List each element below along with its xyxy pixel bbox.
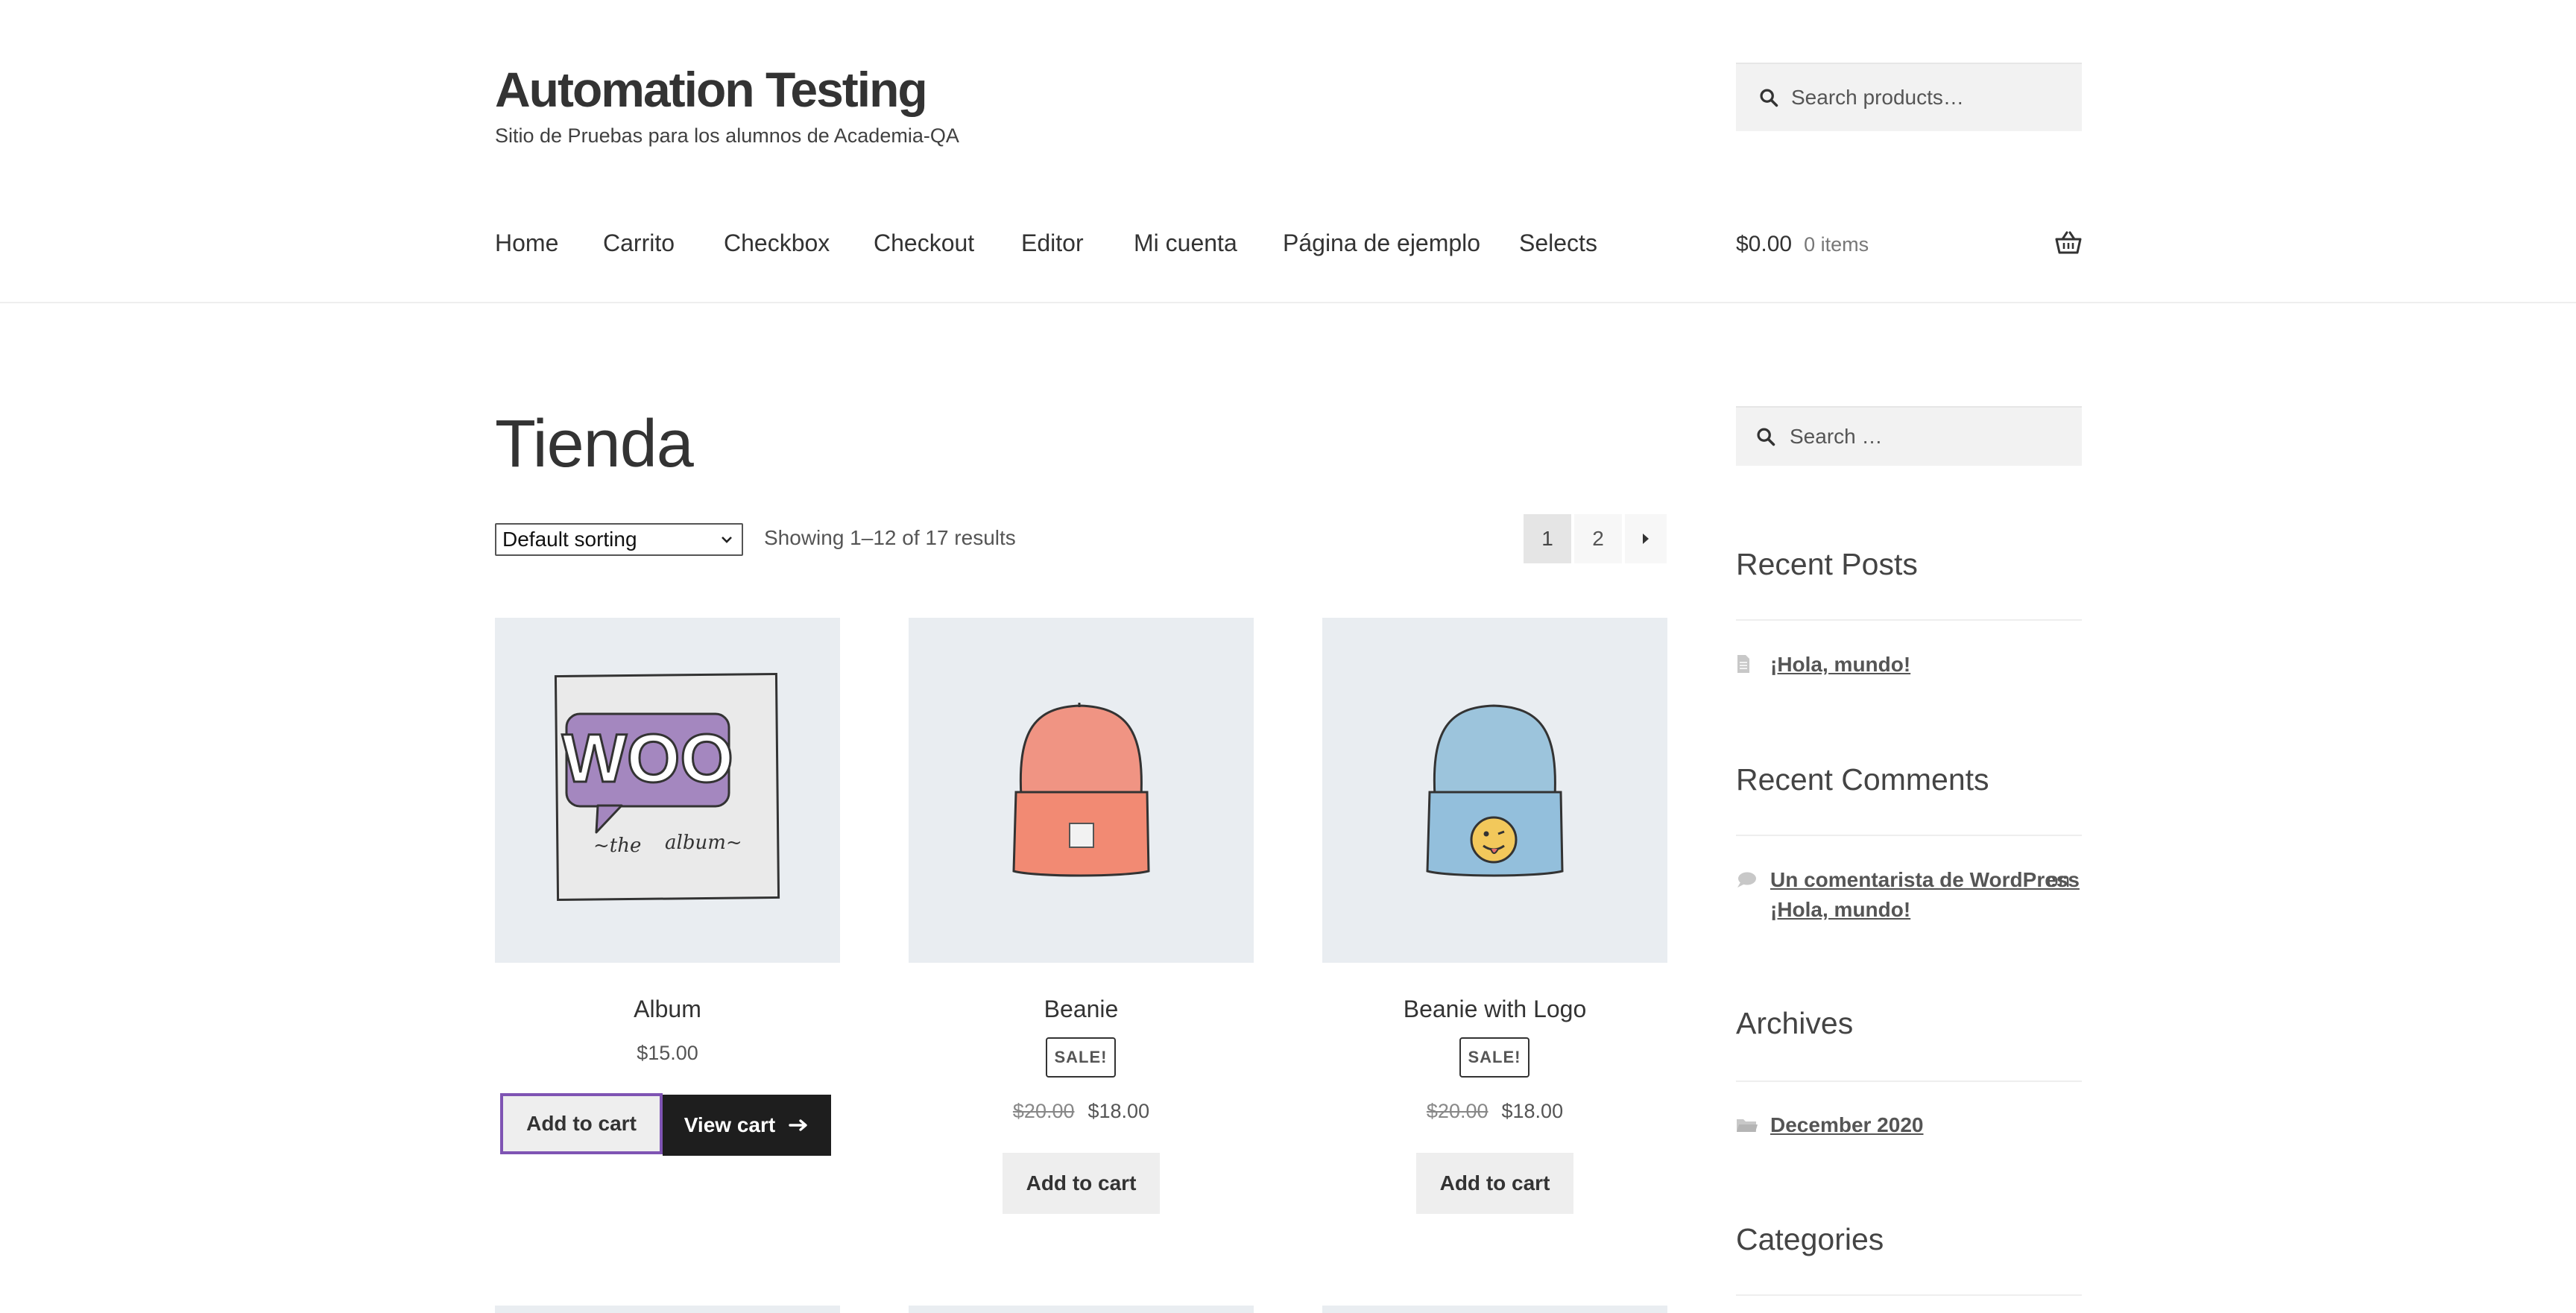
- product-sale-price: $18.00: [1501, 1100, 1564, 1122]
- product-price-beanie-with-logo: $20.00 $18.00: [1322, 1100, 1667, 1123]
- pagination-page-2[interactable]: 2: [1574, 514, 1622, 563]
- results-count: Showing 1–12 of 17 results: [764, 526, 1016, 549]
- add-to-cart-button-album[interactable]: Add to cart: [500, 1093, 663, 1154]
- page-title: Tienda: [495, 407, 694, 481]
- sorting-selected-value: Default sorting: [502, 528, 637, 551]
- widget-title-recent-posts: Recent Posts: [1736, 547, 1918, 581]
- product-image-next-row[interactable]: [1322, 1306, 1667, 1313]
- cart-amount: $0.00: [1736, 232, 1793, 256]
- nav-item-editor[interactable]: Editor: [1021, 230, 1084, 257]
- nav-item-pagina-de-ejemplo[interactable]: Página de ejemplo: [1283, 230, 1480, 257]
- header-search-input[interactable]: Search products…: [1736, 63, 2082, 131]
- nav-item-mi-cuenta[interactable]: Mi cuenta: [1134, 230, 1237, 257]
- comment-post-link[interactable]: ¡Hola, mundo!: [1770, 898, 1910, 922]
- basket-icon: [2055, 231, 2082, 254]
- comment-icon: [1737, 872, 1756, 888]
- add-to-cart-button-beanie-with-logo[interactable]: Add to cart: [1416, 1153, 1573, 1214]
- header-search-placeholder: Search products…: [1791, 86, 1964, 109]
- product-name-album[interactable]: Album: [495, 996, 840, 1023]
- product-old-price: $20.00: [1012, 1100, 1075, 1122]
- sale-badge-beanie: SALE!: [1046, 1037, 1116, 1078]
- album-cover-image: WOO ~the album~: [554, 672, 780, 902]
- sidebar-search-input[interactable]: Search …: [1736, 406, 2082, 466]
- widget-divider: [1736, 1081, 2082, 1082]
- product-image-album[interactable]: WOO ~the album~: [495, 618, 840, 963]
- nav-item-selects[interactable]: Selects: [1519, 230, 1597, 257]
- svg-text:album~: album~: [665, 832, 742, 854]
- pagination-next[interactable]: [1625, 514, 1667, 563]
- product-old-price: $20.00: [1426, 1100, 1489, 1122]
- product-name-beanie[interactable]: Beanie: [909, 996, 1254, 1023]
- comment-author-link[interactable]: Un comentarista de WordPress: [1770, 868, 2080, 892]
- svg-text:~the: ~the: [593, 835, 641, 857]
- document-icon: [1737, 655, 1749, 673]
- header-divider: [0, 302, 2576, 303]
- pagination-page-1[interactable]: 1: [1524, 514, 1571, 563]
- widget-divider: [1736, 619, 2082, 621]
- product-image-next-row[interactable]: [909, 1306, 1254, 1313]
- product-price-beanie: $20.00 $18.00: [909, 1100, 1254, 1123]
- site-description: Sitio de Pruebas para los alumnos de Aca…: [495, 124, 959, 147]
- site-title[interactable]: Automation Testing: [495, 61, 928, 118]
- product-image-beanie[interactable]: [909, 618, 1254, 963]
- nav-item-checkout[interactable]: Checkout: [874, 230, 974, 257]
- view-cart-button[interactable]: View cart: [663, 1095, 831, 1156]
- widget-divider: [1736, 1294, 2082, 1296]
- beanie-image: [1012, 703, 1150, 877]
- widget-divider: [1736, 835, 2082, 836]
- product-image-next-row[interactable]: [495, 1306, 840, 1313]
- search-icon: [1760, 89, 1778, 107]
- product-price-album: $15.00: [637, 1042, 698, 1064]
- cart-count: 0 items: [1804, 232, 1869, 256]
- product-sale-price: $18.00: [1087, 1100, 1150, 1122]
- view-cart-label: View cart: [684, 1113, 776, 1136]
- nav-item-home[interactable]: Home: [495, 230, 558, 257]
- beanie-with-logo-image: [1426, 704, 1564, 877]
- product-name-beanie-with-logo[interactable]: Beanie with Logo: [1322, 996, 1667, 1023]
- header-cart[interactable]: $0.00 0 items: [1736, 230, 2082, 259]
- widget-title-archives: Archives: [1736, 1006, 1854, 1040]
- add-to-cart-button-beanie[interactable]: Add to cart: [1003, 1153, 1160, 1214]
- recent-post-link[interactable]: ¡Hola, mundo!: [1770, 653, 1910, 677]
- widget-title-recent-comments: Recent Comments: [1736, 762, 1989, 797]
- product-image-beanie-with-logo[interactable]: [1322, 618, 1667, 963]
- nav-item-carrito[interactable]: Carrito: [603, 230, 675, 257]
- folder-icon: [1737, 1119, 1758, 1132]
- sorting-select[interactable]: Default sorting: [495, 523, 743, 556]
- sale-badge-beanie-with-logo: SALE!: [1459, 1037, 1530, 1078]
- chevron-down-icon: [722, 537, 732, 543]
- archive-link[interactable]: December 2020: [1770, 1113, 1923, 1137]
- widget-title-categories: Categories: [1736, 1222, 1884, 1256]
- sidebar-search-placeholder: Search …: [1790, 425, 1883, 448]
- arrow-right-icon: [789, 1119, 807, 1131]
- nav-item-checkbox[interactable]: Checkbox: [724, 230, 830, 257]
- caret-right-icon: [1643, 534, 1649, 544]
- search-icon: [1757, 428, 1775, 446]
- svg-text:WOO: WOO: [562, 721, 733, 797]
- comment-connector: on: [2047, 868, 2071, 891]
